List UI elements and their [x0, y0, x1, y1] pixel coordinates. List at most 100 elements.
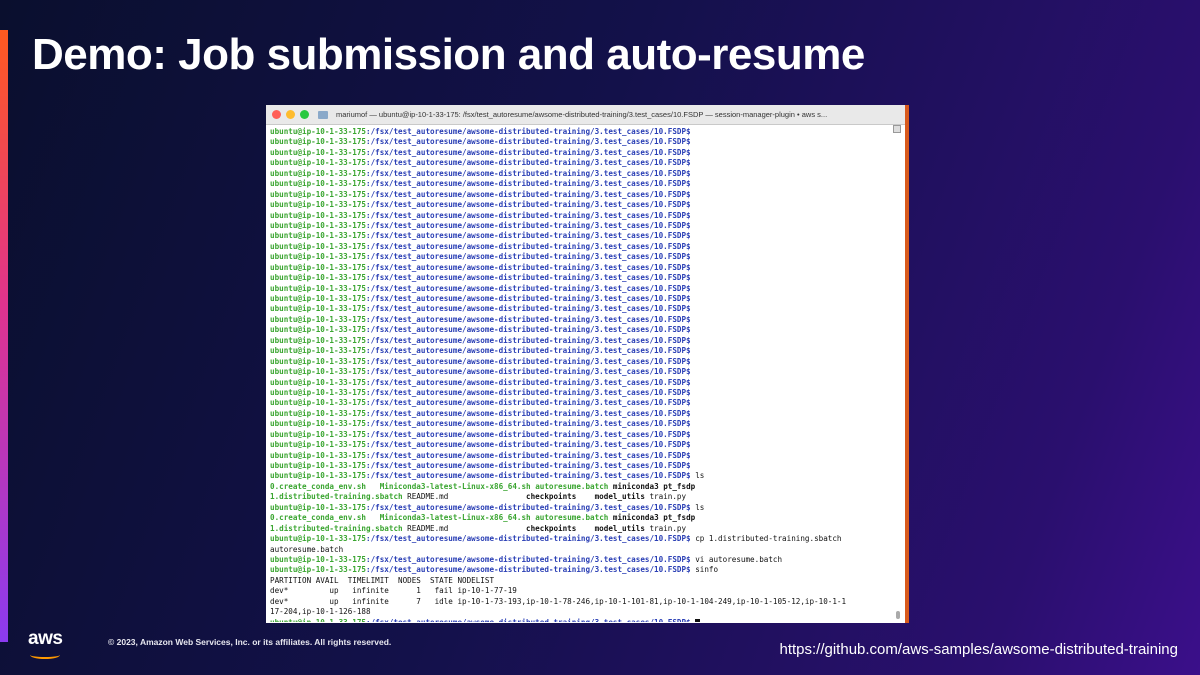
prompt-path: :/fsx/test_autoresume/awsome-distributed… — [366, 419, 691, 429]
terminal-window[interactable]: mariumof — ubuntu@ip-10-1-33-175: /fsx/t… — [266, 105, 909, 623]
terminal-titlebar[interactable]: mariumof — ubuntu@ip-10-1-33-175: /fsx/t… — [266, 105, 905, 125]
window-title: mariumof — ubuntu@ip-10-1-33-175: /fsx/t… — [336, 110, 828, 119]
prompt-user: ubuntu@ip-10-1-33-175 — [270, 377, 367, 387]
prompt-path: :/fsx/test_autoresume/awsome-distributed… — [366, 502, 691, 512]
prompt-user: ubuntu@ip-10-1-33-175 — [270, 147, 367, 157]
prompt-user: ubuntu@ip-10-1-33-175 — [270, 158, 367, 168]
sinfo-row: dev* up infinite 1 fail ip-10-1-77-19 — [270, 586, 905, 596]
prompt-user: ubuntu@ip-10-1-33-175 — [270, 408, 367, 418]
prompt-line: ubuntu@ip-10-1-33-175:/fsx/test_autoresu… — [270, 409, 905, 419]
prompt-user: ubuntu@ip-10-1-33-175 — [270, 356, 367, 366]
prompt-path: :/fsx/test_autoresume/awsome-distributed… — [366, 346, 691, 356]
prompt-path: :/fsx/test_autoresume/awsome-distributed… — [366, 565, 691, 575]
ls-output-line: 0.create_conda_env.sh Miniconda3-latest-… — [270, 482, 905, 492]
file-entry: Miniconda3-latest-Linux-x86_64.sh — [379, 513, 536, 523]
command-text: vi autoresume.batch — [690, 554, 783, 564]
maximize-window-icon[interactable] — [300, 110, 309, 119]
prompt-line: ubuntu@ip-10-1-33-175:/fsx/test_autoresu… — [270, 430, 905, 440]
prompt-line: ubuntu@ip-10-1-33-175:/fsx/test_autoresu… — [270, 378, 905, 388]
prompt-path: :/fsx/test_autoresume/awsome-distributed… — [366, 252, 691, 262]
minimize-window-icon[interactable] — [286, 110, 295, 119]
prompt-user: ubuntu@ip-10-1-33-175 — [270, 419, 367, 429]
prompt-path: :/fsx/test_autoresume/awsome-distributed… — [366, 534, 691, 544]
prompt-path: :/fsx/test_autoresume/awsome-distributed… — [366, 471, 691, 481]
prompt-path: :/fsx/test_autoresume/awsome-distributed… — [366, 450, 691, 460]
prompt-user: ubuntu@ip-10-1-33-175 — [270, 220, 367, 230]
copyright-text: © 2023, Amazon Web Services, Inc. or its… — [108, 637, 392, 647]
repo-url[interactable]: https://github.com/aws-samples/awsome-di… — [779, 641, 1178, 658]
prompt-user: ubuntu@ip-10-1-33-175 — [270, 314, 367, 324]
prompt-line: ubuntu@ip-10-1-33-175:/fsx/test_autoresu… — [270, 440, 905, 450]
sinfo-row: dev* up infinite 7 idle ip-10-1-73-193,i… — [270, 597, 905, 607]
file-entry: pt_fsdp — [663, 481, 696, 491]
prompt-path: :/fsx/test_autoresume/awsome-distributed… — [366, 554, 691, 564]
ls-output-line: 0.create_conda_env.sh Miniconda3-latest-… — [270, 513, 905, 523]
command-text: ls — [690, 471, 705, 481]
file-entry: train.py — [649, 523, 687, 533]
prompt-line: ubuntu@ip-10-1-33-175:/fsx/test_autoresu… — [270, 336, 905, 346]
prompt-path: :/fsx/test_autoresume/awsome-distributed… — [366, 127, 691, 136]
file-entry: Miniconda3-latest-Linux-x86_64.sh — [379, 481, 536, 491]
prompt-user: ubuntu@ip-10-1-33-175 — [270, 367, 367, 377]
prompt-user: ubuntu@ip-10-1-33-175 — [270, 127, 367, 136]
prompt-user: ubuntu@ip-10-1-33-175 — [270, 429, 367, 439]
prompt-line: ubuntu@ip-10-1-33-175:/fsx/test_autoresu… — [270, 137, 905, 147]
prompt-user: ubuntu@ip-10-1-33-175 — [270, 387, 367, 397]
prompt-user: ubuntu@ip-10-1-33-175 — [270, 273, 367, 283]
accent-bar — [0, 30, 8, 642]
file-entry: model_utils — [594, 492, 650, 502]
prompt-path: :/fsx/test_autoresume/awsome-distributed… — [366, 241, 691, 251]
prompt-line: ubuntu@ip-10-1-33-175:/fsx/test_autoresu… — [270, 231, 905, 241]
prompt-user: ubuntu@ip-10-1-33-175 — [270, 450, 367, 460]
command-text: autoresume.batch — [270, 544, 344, 554]
file-entry: README.md — [407, 492, 527, 502]
close-window-icon[interactable] — [272, 110, 281, 119]
prompt-line: ubuntu@ip-10-1-33-175:/fsx/test_autoresu… — [270, 221, 905, 231]
terminal-output[interactable]: ubuntu@ip-10-1-33-175:/fsx/test_autoresu… — [266, 125, 905, 622]
prompt-user: ubuntu@ip-10-1-33-175 — [270, 554, 367, 564]
prompt-path: :/fsx/test_autoresume/awsome-distributed… — [366, 179, 691, 189]
file-entry: 0.create_conda_env.sh — [270, 481, 380, 491]
scroll-thumb[interactable] — [896, 611, 900, 619]
prompt-user: ubuntu@ip-10-1-33-175 — [270, 471, 367, 481]
prompt-line: ubuntu@ip-10-1-33-175:/fsx/test_autoresu… — [270, 148, 905, 158]
file-entry: 1.distributed-training.sbatch — [270, 523, 408, 533]
prompt-line: ubuntu@ip-10-1-33-175:/fsx/test_autoresu… — [270, 200, 905, 210]
prompt-user: ubuntu@ip-10-1-33-175 — [270, 534, 367, 544]
prompt-path: :/fsx/test_autoresume/awsome-distributed… — [366, 377, 691, 387]
prompt-line: ubuntu@ip-10-1-33-175:/fsx/test_autoresu… — [270, 284, 905, 294]
prompt-user: ubuntu@ip-10-1-33-175 — [270, 304, 367, 314]
prompt-line: ubuntu@ip-10-1-33-175:/fsx/test_autoresu… — [270, 325, 905, 335]
file-entry: autoresume.batch — [535, 481, 613, 491]
prompt-user: ubuntu@ip-10-1-33-175 — [270, 502, 367, 512]
prompt-path: :/fsx/test_autoresume/awsome-distributed… — [366, 356, 691, 366]
file-entry: 1.distributed-training.sbatch — [270, 492, 408, 502]
prompt-path: :/fsx/test_autoresume/awsome-distributed… — [366, 220, 691, 230]
prompt-user: ubuntu@ip-10-1-33-175 — [270, 440, 367, 450]
prompt-line: ubuntu@ip-10-1-33-175:/fsx/test_autoresu… — [270, 534, 905, 544]
command-text: ls — [690, 502, 705, 512]
file-entry: checkpoints — [526, 523, 595, 533]
prompt-user: ubuntu@ip-10-1-33-175 — [270, 618, 366, 622]
prompt-user: ubuntu@ip-10-1-33-175 — [270, 189, 367, 199]
prompt-line: ubuntu@ip-10-1-33-175:/fsx/test_autoresu… — [270, 242, 905, 252]
prompt-line: ubuntu@ip-10-1-33-175:/fsx/test_autoresu… — [270, 315, 905, 325]
scroll-up-icon[interactable] — [893, 125, 901, 133]
prompt-line: ubuntu@ip-10-1-33-175:/fsx/test_autoresu… — [270, 618, 905, 622]
file-entry: miniconda3 — [612, 513, 664, 523]
sinfo-header-text: PARTITION AVAIL TIMELIMIT NODES STATE NO… — [270, 575, 495, 585]
prompt-user: ubuntu@ip-10-1-33-175 — [270, 335, 367, 345]
command-text: cp 1.distributed-training.sbatch — [690, 534, 842, 544]
prompt-path: :/fsx/test_autoresume/awsome-distributed… — [366, 440, 691, 450]
prompt-path: :/fsx/test_autoresume/awsome-distributed… — [366, 314, 691, 324]
prompt-path: :/fsx/test_autoresume/awsome-distributed… — [366, 137, 691, 147]
prompt-line: ubuntu@ip-10-1-33-175:/fsx/test_autoresu… — [270, 388, 905, 398]
prompt-user: ubuntu@ip-10-1-33-175 — [270, 262, 367, 272]
prompt-path: :/fsx/test_autoresume/awsome-distributed… — [366, 294, 691, 303]
terminal-scrollbar[interactable] — [893, 125, 901, 623]
prompt-line: ubuntu@ip-10-1-33-175:/fsx/test_autoresu… — [270, 565, 905, 575]
prompt-line: ubuntu@ip-10-1-33-175:/fsx/test_autoresu… — [270, 461, 905, 471]
prompt-user: ubuntu@ip-10-1-33-175 — [270, 210, 367, 220]
prompt-line: ubuntu@ip-10-1-33-175:/fsx/test_autoresu… — [270, 451, 905, 461]
prompt-user: ubuntu@ip-10-1-33-175 — [270, 565, 367, 575]
